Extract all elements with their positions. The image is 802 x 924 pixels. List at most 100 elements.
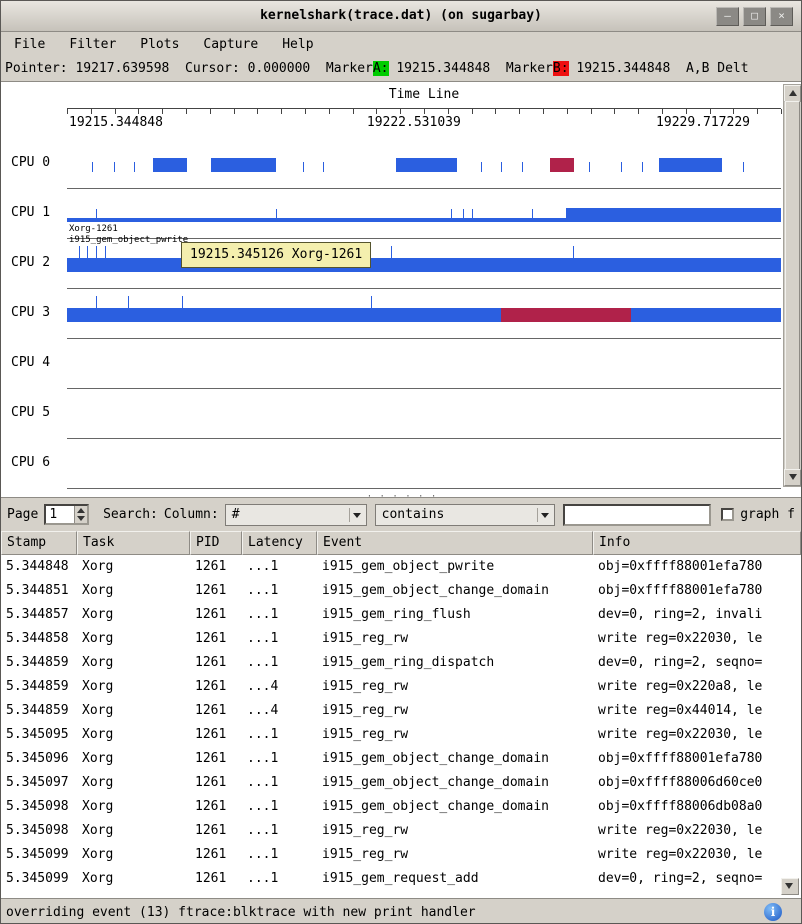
axis-tick <box>686 109 687 114</box>
table-cell: 1261 <box>190 699 242 723</box>
event-tick <box>391 246 392 272</box>
axis-tick <box>472 109 473 114</box>
cpu-lane: CPU 0 <box>1 139 781 189</box>
table-row[interactable]: 5.344857Xorg1261...1i915_gem_ring_flushd… <box>1 603 801 627</box>
axis-tick <box>281 109 282 114</box>
menu-item-plots[interactable]: Plots <box>131 34 188 55</box>
table-cell: i915_gem_ring_dispatch <box>317 651 593 675</box>
scrollbar-thumb[interactable] <box>785 101 800 470</box>
sched-bar <box>566 208 781 222</box>
event-tick <box>472 209 473 222</box>
table-cell: obj=0xffff88006db08a0 <box>593 795 801 819</box>
column-header-event[interactable]: Event <box>317 531 593 555</box>
cpu-plot[interactable] <box>67 439 781 489</box>
column-header-info[interactable]: Info <box>593 531 801 555</box>
column-header-stamp[interactable]: Stamp <box>1 531 77 555</box>
title-bar[interactable]: kernelshark(trace.dat) (on sugarbay) –□× <box>1 1 801 32</box>
table-cell: 5.344857 <box>1 603 77 627</box>
axis-label-start: 19215.344848 <box>69 115 163 130</box>
table-cell: Xorg <box>77 603 190 627</box>
table-cell: Xorg <box>77 771 190 795</box>
table-row[interactable]: 5.344858Xorg1261...1i915_reg_rwwrite reg… <box>1 627 801 651</box>
menu-item-filter[interactable]: Filter <box>60 34 125 55</box>
menu-item-help[interactable]: Help <box>273 34 322 55</box>
axis-tick <box>234 109 235 114</box>
timeline-panel: Time Line 19215.344848 19222.531039 1922… <box>1 81 802 498</box>
spin-down-icon[interactable] <box>77 516 85 521</box>
cpu-plot[interactable] <box>67 289 781 339</box>
cpu-plot[interactable] <box>67 389 781 439</box>
table-cell: 1261 <box>190 771 242 795</box>
table-cell: 1261 <box>190 867 242 891</box>
event-tick <box>371 296 372 322</box>
table-row[interactable]: 5.345099Xorg1261...1i915_gem_request_add… <box>1 867 801 891</box>
axis-tick <box>400 109 401 114</box>
maximize-button[interactable]: □ <box>743 7 766 26</box>
axis-tick <box>710 109 711 114</box>
table-row[interactable]: 5.345095Xorg1261...1i915_reg_rwwrite reg… <box>1 723 801 747</box>
table-row[interactable]: 5.344851Xorg1261...1i915_gem_object_chan… <box>1 579 801 603</box>
menu-item-file[interactable]: File <box>5 34 54 55</box>
cpu-plot[interactable] <box>67 139 781 189</box>
window-controls: –□× <box>716 7 793 26</box>
menu-item-capture[interactable]: Capture <box>194 34 267 55</box>
sched-bar <box>67 308 781 322</box>
table-cell: 1261 <box>190 747 242 771</box>
axis-tick <box>757 109 758 114</box>
info-icon[interactable]: i <box>764 903 782 921</box>
close-button[interactable]: × <box>770 7 793 26</box>
event-tick <box>743 162 744 172</box>
table-row[interactable]: 5.344859Xorg1261...4i915_reg_rwwrite reg… <box>1 675 801 699</box>
table-cell: i915_gem_object_change_domain <box>317 795 593 819</box>
table-row[interactable]: 5.345097Xorg1261...1i915_gem_object_chan… <box>1 771 801 795</box>
spin-up-icon[interactable] <box>77 508 85 513</box>
chevron-down-icon <box>541 513 549 518</box>
column-label: Column: <box>164 507 219 522</box>
cpu-label: CPU 5 <box>11 405 50 420</box>
axis-tick <box>519 109 520 114</box>
event-tick <box>463 209 464 222</box>
table-cell: Xorg <box>77 843 190 867</box>
column-header-task[interactable]: Task <box>77 531 190 555</box>
table-scroll-down-icon[interactable] <box>781 878 799 895</box>
scroll-up-icon[interactable] <box>784 85 801 102</box>
cpu-plot[interactable] <box>67 239 781 289</box>
column-header-latency[interactable]: Latency <box>242 531 317 555</box>
table-row[interactable]: 5.344848Xorg1261...1i915_gem_object_pwri… <box>1 555 801 579</box>
splitter-handle[interactable] <box>1 488 802 497</box>
table-row[interactable]: 5.345096Xorg1261...1i915_gem_object_chan… <box>1 747 801 771</box>
cpu-plot[interactable] <box>67 339 781 389</box>
graph-scrollbar[interactable] <box>783 84 802 487</box>
scroll-down-icon[interactable] <box>784 469 801 486</box>
search-input[interactable] <box>563 504 711 526</box>
table-cell: 5.345099 <box>1 867 77 891</box>
column-header-pid[interactable]: PID <box>190 531 242 555</box>
table-cell: obj=0xffff88001efa780 <box>593 579 801 603</box>
table-row[interactable]: 5.345099Xorg1261...1i915_reg_rwwrite reg… <box>1 843 801 867</box>
minimize-button[interactable]: – <box>716 7 739 26</box>
match-select-value: contains <box>382 507 445 522</box>
match-select[interactable]: contains <box>375 504 556 526</box>
search-controls: Page 1 Search: Column: # contains graph … <box>1 498 801 531</box>
table-cell: write reg=0x22030, le <box>593 843 801 867</box>
table-row[interactable]: 5.344859Xorg1261...4i915_reg_rwwrite reg… <box>1 699 801 723</box>
axis-tick <box>662 109 663 114</box>
table-header: StampTaskPIDLatencyEventInfo <box>1 531 801 555</box>
table-cell: i915_gem_ring_flush <box>317 603 593 627</box>
table-cell: i915_reg_rw <box>317 699 593 723</box>
table-row[interactable]: 5.345098Xorg1261...1i915_gem_object_chan… <box>1 795 801 819</box>
column-select-value: # <box>232 507 240 522</box>
page-spinner[interactable]: 1 <box>44 504 89 525</box>
table-cell: i915_gem_object_change_domain <box>317 579 593 603</box>
axis-tick <box>733 109 734 114</box>
event-tick <box>642 162 643 172</box>
spinner-buttons[interactable] <box>74 506 87 523</box>
column-select[interactable]: # <box>225 504 367 526</box>
table-cell: 5.344859 <box>1 651 77 675</box>
graph-follows-checkbox[interactable] <box>721 508 734 521</box>
table-cell: Xorg <box>77 651 190 675</box>
table-row[interactable]: 5.345098Xorg1261...1i915_reg_rwwrite reg… <box>1 819 801 843</box>
table-row[interactable]: 5.344859Xorg1261...1i915_gem_ring_dispat… <box>1 651 801 675</box>
sched-bar <box>211 158 276 172</box>
event-tick <box>323 162 324 172</box>
